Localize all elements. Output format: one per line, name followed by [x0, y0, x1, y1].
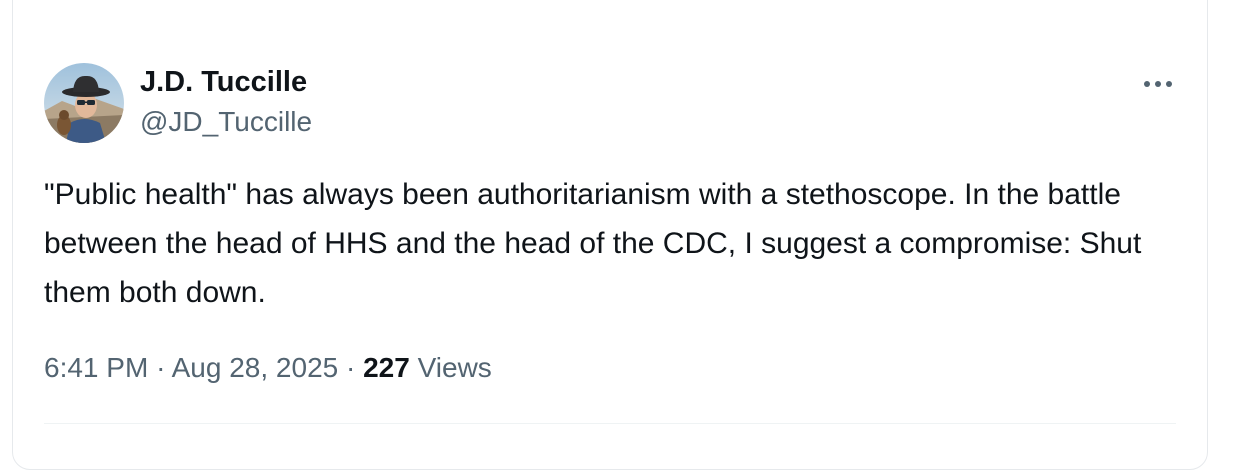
tweet-text: "Public health" has always been authorit…	[44, 178, 1142, 309]
views-label: Views	[417, 352, 492, 383]
author-handle[interactable]: @JD_Tuccille	[140, 104, 312, 140]
avatar-image	[44, 63, 124, 143]
avatar[interactable]	[44, 63, 124, 143]
separator: ·	[156, 352, 166, 383]
more-options-button[interactable]	[1138, 70, 1178, 98]
divider	[44, 423, 1176, 424]
tweet-metadata: 6:41 PM · Aug 28, 2025 · 227 Views	[44, 350, 492, 386]
truncated-content-indicator: •••	[160, 0, 250, 6]
author-display-name[interactable]: J.D. Tuccille	[140, 64, 307, 100]
more-horizontal-icon	[1144, 81, 1172, 87]
views-count: 227	[363, 352, 410, 383]
tweet-time[interactable]: 6:41 PM	[44, 352, 148, 383]
separator: ·	[346, 352, 356, 383]
tweet-date[interactable]: Aug 28, 2025	[172, 352, 339, 383]
